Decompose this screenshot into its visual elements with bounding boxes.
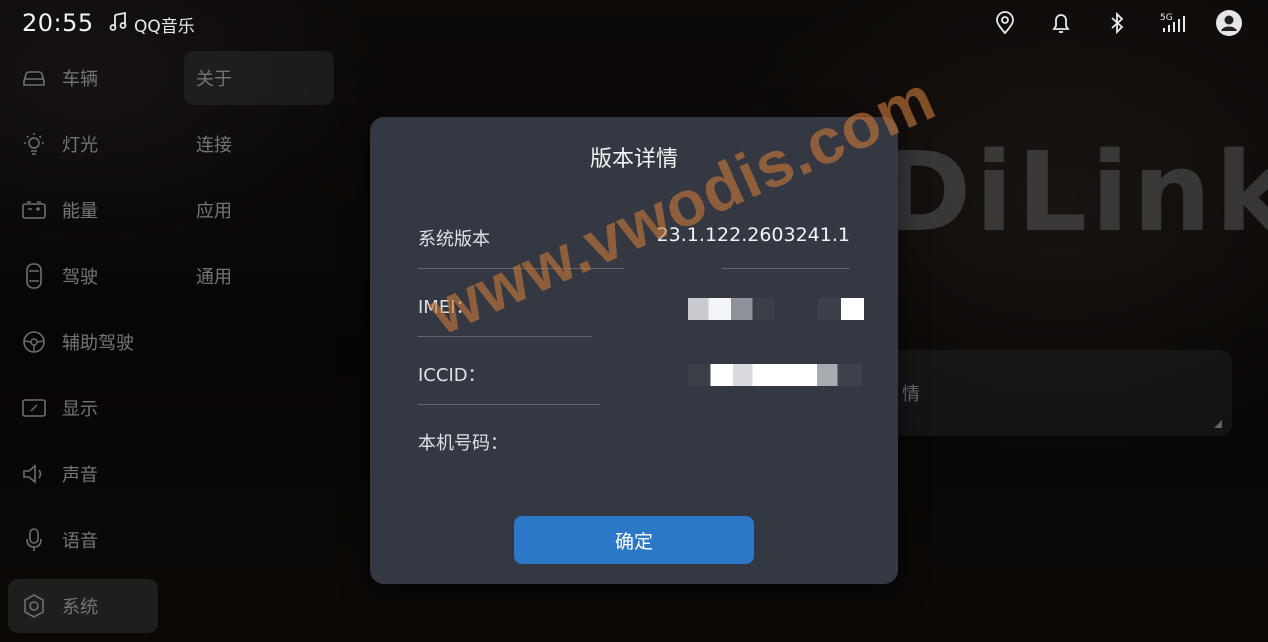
divider bbox=[418, 336, 592, 337]
screen: 20:55 QQ音乐 5G 车辆 灯光 能量 驾驶 辅助驾驶 显示 声音 语音 … bbox=[0, 0, 1268, 642]
signal-label: 5G bbox=[1160, 13, 1173, 23]
iccid-label: ICCID： bbox=[418, 365, 486, 386]
status-bar: 20:55 QQ音乐 5G bbox=[0, 0, 1268, 48]
user-avatar-icon[interactable] bbox=[1214, 8, 1244, 38]
redacted-imei bbox=[818, 298, 864, 320]
version-details-dialog: 版本详情 系统版本 23.1.122.2603241.1 IMEI： ICCID… bbox=[370, 117, 898, 584]
phone-number-label: 本机号码： bbox=[418, 433, 508, 454]
bell-icon[interactable] bbox=[1046, 8, 1076, 38]
bluetooth-icon[interactable] bbox=[1102, 8, 1132, 38]
dialog-title: 版本详情 bbox=[589, 147, 678, 172]
divider bbox=[418, 268, 624, 269]
status-icons: 5G bbox=[964, 8, 1244, 38]
clock: 20:55 bbox=[22, 9, 94, 37]
confirm-button[interactable]: 确定 bbox=[514, 516, 754, 564]
system-version-label: 系统版本 bbox=[418, 229, 490, 250]
imei-label: IMEI： bbox=[418, 297, 474, 318]
location-icon[interactable] bbox=[990, 8, 1020, 38]
media-app[interactable]: QQ音乐 bbox=[108, 11, 195, 37]
divider bbox=[722, 268, 850, 269]
music-note-icon bbox=[108, 11, 128, 37]
redacted-imei bbox=[688, 298, 774, 320]
signal-icon: 5G bbox=[1158, 8, 1188, 38]
system-version-value: 23.1.122.2603241.1 bbox=[656, 224, 850, 246]
media-app-label: QQ音乐 bbox=[134, 17, 195, 37]
divider bbox=[418, 404, 600, 405]
redacted-iccid bbox=[688, 364, 862, 386]
